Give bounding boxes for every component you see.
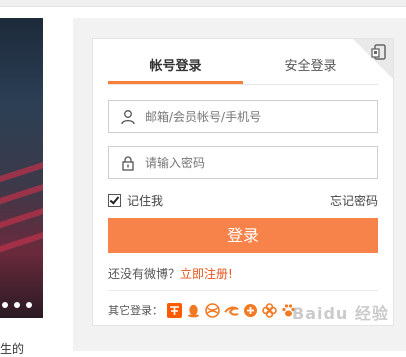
ctrip-icon[interactable] — [243, 303, 258, 318]
other-login-label: 其它登录： — [108, 304, 163, 317]
china-mobile-icon[interactable] — [205, 302, 220, 318]
tab-account-login[interactable]: 帐号登录 — [108, 56, 243, 84]
tab-secure-login[interactable]: 安全登录 — [243, 56, 378, 84]
photo-caption: 生的 — [0, 342, 25, 356]
carousel-dot[interactable] — [14, 302, 20, 308]
user-icon — [121, 110, 135, 125]
top-bar — [0, 0, 406, 7]
carousel-dot[interactable] — [2, 302, 8, 308]
carousel-dots[interactable] — [2, 302, 32, 308]
register-line: 还没有微博？立即注册! — [108, 265, 233, 282]
tianyi-icon[interactable] — [224, 303, 239, 318]
watermark: Baidu 经验 — [292, 304, 389, 323]
divider — [108, 290, 378, 291]
qq-icon[interactable] — [186, 303, 201, 318]
other-login-row: 其它登录： — [108, 302, 296, 318]
unicom-icon[interactable] — [262, 302, 277, 318]
login-tabs: 帐号登录 安全登录 — [108, 56, 378, 85]
taobao-icon[interactable] — [167, 302, 182, 318]
password-field[interactable] — [108, 146, 378, 179]
remember-checkbox[interactable] — [108, 193, 121, 207]
password-input[interactable] — [145, 147, 370, 178]
login-button[interactable]: 登录 — [108, 218, 378, 253]
forgot-password-link[interactable]: 忘记密码 — [330, 192, 378, 209]
carousel-photo[interactable] — [0, 18, 43, 318]
username-input[interactable] — [145, 101, 370, 132]
register-prompt: 还没有微博？ — [108, 267, 181, 281]
remember-label: 记住我 — [127, 193, 164, 208]
register-link[interactable]: 立即注册! — [180, 267, 233, 281]
carousel-dot[interactable] — [26, 302, 32, 308]
login-card: 帐号登录 安全登录 记住我 忘记密码 登录 还没有微博？立即注册! 其它登录： — [92, 38, 394, 326]
lock-icon — [122, 156, 134, 171]
remember-me[interactable]: 记住我 — [108, 192, 163, 208]
username-field[interactable] — [108, 100, 378, 133]
